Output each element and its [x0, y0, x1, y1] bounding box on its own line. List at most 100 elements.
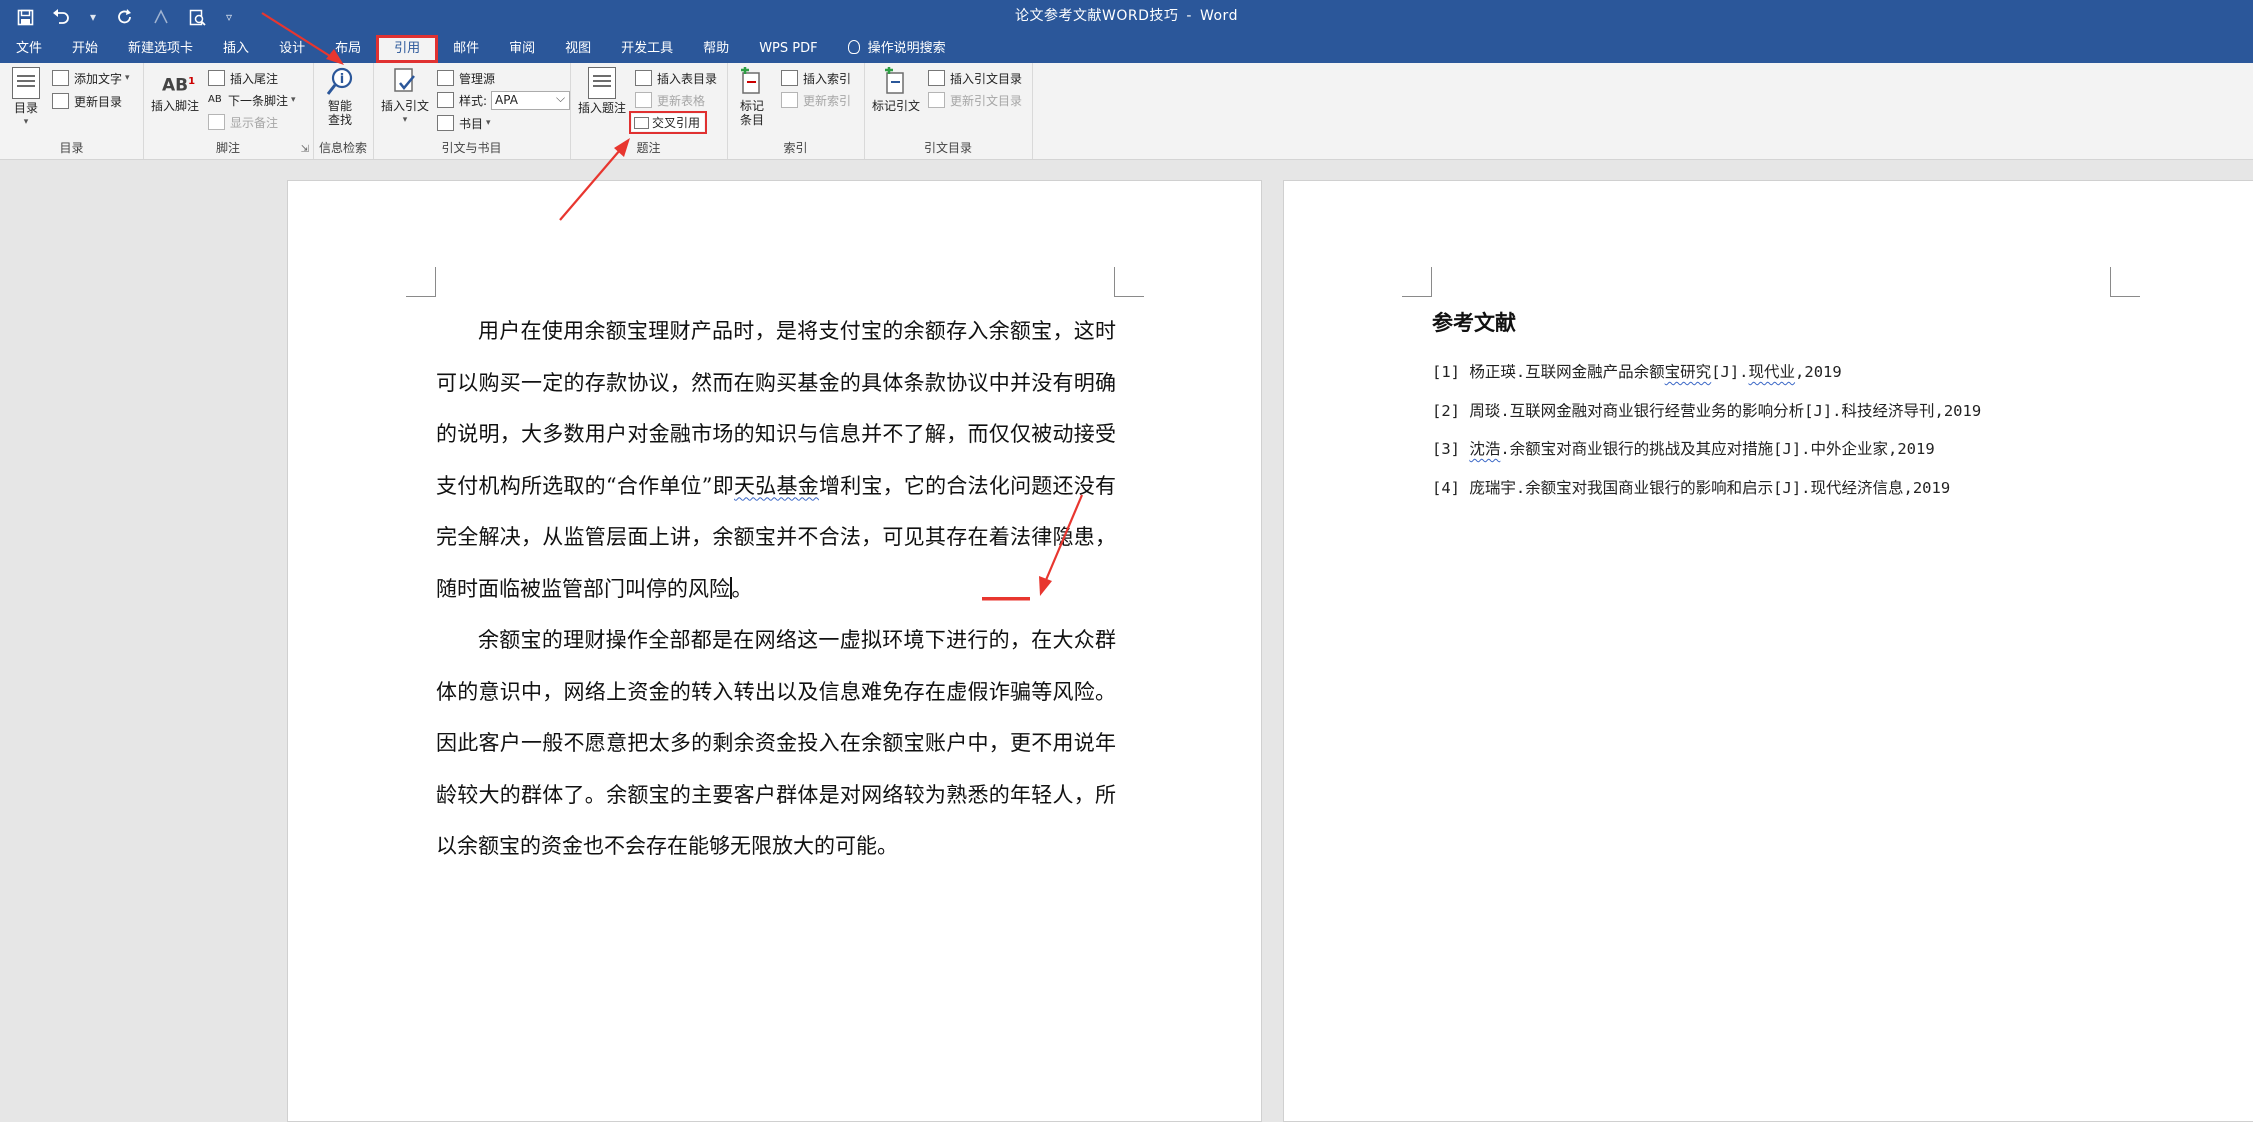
page-left[interactable]: 用户在使用余额宝理财产品时，是将支付宝的余额存入余额宝，这时可以购买一定的存款协… [287, 180, 1262, 1122]
cross-reference-button[interactable]: 交叉引用 [628, 111, 708, 134]
reference-text: [1] 杨正瑛.互联网金融产品余额 [1432, 363, 1665, 381]
reference-item: [4] 庞瑞宇.余额宝对我国商业银行的影响和启示[J].现代经济信息,2019 [1432, 469, 1981, 508]
update-toc-label: 更新目录 [74, 94, 123, 109]
footnote-icon: AB1 [162, 75, 196, 96]
update-toc-button[interactable]: 更新目录 [52, 91, 122, 111]
add-text-label: 添加文字 [74, 71, 123, 86]
reference-item: [1] 杨正瑛.互联网金融产品余额宝研究[J].现代业,2019 [1432, 353, 1981, 392]
tab-mailings[interactable]: 邮件 [438, 35, 494, 63]
mark-citation-label: 标记引文 [872, 99, 921, 113]
toc-icon [12, 67, 40, 99]
tab-new-tab[interactable]: 新建选项卡 [113, 35, 208, 63]
style-selector: 样式: APA [437, 90, 571, 110]
insert-endnote-button[interactable]: 插入尾注 [208, 68, 278, 88]
paragraph-text: 用户在使用余额宝理财产品时，是将支付宝的余额存入余额宝，这时可以购买一定的存款协… [436, 319, 1116, 498]
update-toc-icon [52, 93, 69, 109]
insert-index-icon [781, 70, 798, 86]
insert-table-of-figures-button[interactable]: 插入表目录 [635, 68, 717, 88]
title-separator: - [1186, 8, 1192, 24]
tab-design[interactable]: 设计 [264, 35, 320, 63]
manage-sources-button[interactable]: 管理源 [437, 68, 495, 88]
style-dropdown[interactable]: APA [491, 90, 571, 110]
group-label-captions: 题注 [636, 141, 661, 155]
tell-me-search[interactable]: 操作说明搜索 [833, 35, 961, 63]
insert-toa-button[interactable]: 插入引文目录 [928, 68, 1022, 88]
title-bar: ▾ ▿ 论文参考文献WORD技巧 - Word 文件 开始 新建选项卡 插入 设计 … [0, 0, 2253, 63]
tab-file[interactable]: 文件 [0, 35, 57, 63]
paragraph: 用户在使用余额宝理财产品时，是将支付宝的余额存入余额宝，这时可以购买一定的存款协… [436, 306, 1116, 615]
lightbulb-icon [847, 40, 860, 54]
style-label: 样式: [459, 93, 488, 108]
smart-lookup-label-1: 智能 [327, 99, 352, 113]
chevron-down-icon: ▾ [402, 115, 408, 125]
endnote-icon [208, 70, 225, 86]
insert-caption-label: 插入题注 [578, 101, 627, 115]
group-citations: 插入引文 ▾ 管理源 样式: APA 书目▾ 引文与书目 [373, 63, 571, 159]
tab-insert[interactable]: 插入 [208, 35, 264, 63]
group-index: 标记 条目 插入索引 更新索引 索引 [727, 63, 865, 159]
body-text[interactable]: 用户在使用余额宝理财产品时，是将支付宝的余额存入余额宝，这时可以购买一定的存款协… [436, 306, 1116, 873]
mark-citation-button[interactable]: 标记引文 [872, 67, 920, 113]
toc-button[interactable]: 目录 ▾ [12, 67, 40, 129]
dialog-launcher-icon[interactable]: ⇲ [301, 144, 309, 155]
group-research: i 智能 查找 信息检索 [313, 63, 374, 159]
tab-view[interactable]: 视图 [550, 35, 606, 63]
spellcheck-word: 沈浩 [1469, 440, 1501, 458]
reference-text: .余额宝对商业银行的挑战及其应对措施[J].中外企业家,2019 [1500, 440, 1935, 458]
tab-home[interactable]: 开始 [57, 35, 113, 63]
add-text-button[interactable]: 添加文字 ▾ [52, 68, 130, 88]
group-label-index: 索引 [783, 141, 808, 155]
paragraph: 余额宝的理财操作全部都是在网络这一虚拟环境下进行的，在大众群体的意识中，网络上资… [436, 628, 1116, 858]
tab-developer[interactable]: 开发工具 [606, 35, 688, 63]
update-toa-button[interactable]: 更新引文目录 [928, 90, 1022, 110]
next-footnote-button[interactable]: AB 下一条脚注 ▾ [208, 90, 296, 110]
add-text-icon [52, 70, 69, 86]
mark-entry-label-2: 条目 [739, 113, 764, 127]
page-right[interactable]: 参考文献 [1] 杨正瑛.互联网金融产品余额宝研究[J].现代业,2019 [2… [1283, 180, 2253, 1122]
spellcheck-word: 现代业 [1748, 363, 1796, 381]
update-table-button[interactable]: 更新表格 [635, 90, 705, 110]
bibliography-button[interactable]: 书目 ▾ [437, 113, 491, 133]
ribbon-tabs: 文件 开始 新建选项卡 插入 设计 布局 引用 邮件 审阅 视图 开发工具 帮助… [0, 33, 961, 63]
style-icon [437, 92, 454, 108]
tab-review[interactable]: 审阅 [494, 35, 550, 63]
group-table-of-authorities: 标记引文 插入引文目录 更新引文目录 引文目录 [864, 63, 1033, 159]
tab-wps-pdf[interactable]: WPS PDF [744, 35, 832, 63]
chevron-down-icon: ▾ [125, 73, 130, 83]
insert-index-button[interactable]: 插入索引 [781, 68, 851, 88]
mark-entry-icon [739, 67, 765, 97]
smart-lookup-button[interactable]: i 智能 查找 [326, 67, 353, 127]
update-table-label: 更新表格 [657, 93, 706, 108]
reference-text: [2] 周琰.互联网金融对商业银行经营业务的影响分析[J].科技经济导刊,201… [1432, 401, 1982, 420]
insert-citation-label: 插入引文 [381, 99, 430, 113]
cross-reference-label: 交叉引用 [652, 116, 701, 130]
bibliography-label: 书目 [459, 116, 484, 131]
insert-caption-icon [588, 67, 616, 99]
manage-sources-label: 管理源 [459, 71, 496, 86]
update-toa-icon [928, 92, 945, 108]
tab-help[interactable]: 帮助 [688, 35, 744, 63]
update-table-icon [635, 92, 652, 108]
mark-entry-button[interactable]: 标记 条目 [739, 67, 765, 127]
insert-footnote-button[interactable]: AB1 插入脚注 [151, 67, 199, 113]
insert-caption-button[interactable]: 插入题注 [578, 67, 626, 115]
insert-citation-button[interactable]: 插入引文 ▾ [381, 67, 429, 127]
tab-references[interactable]: 引用 [376, 35, 439, 63]
tab-layout[interactable]: 布局 [320, 35, 376, 63]
show-notes-label: 显示备注 [230, 115, 279, 130]
reference-text: ,2019 [1795, 363, 1842, 381]
reference-item: [2] 周琰.互联网金融对商业银行经营业务的影响分析[J].科技经济导刊,201… [1432, 392, 1981, 431]
reference-text: [J]. [1711, 363, 1749, 381]
references-list[interactable]: [1] 杨正瑛.互联网金融产品余额宝研究[J].现代业,2019 [2] 周琰.… [1432, 353, 1981, 507]
toc-label: 目录 [13, 101, 38, 115]
show-notes-button[interactable]: 显示备注 [208, 112, 278, 132]
update-index-button[interactable]: 更新索引 [781, 90, 851, 110]
smart-lookup-label-2: 查找 [327, 113, 352, 127]
reference-text: [3] [1432, 440, 1470, 458]
update-index-icon [781, 92, 798, 108]
reference-text: [4] 庞瑞宇.余额宝对我国商业银行的影响和启示[J].现代经济信息,2019 [1432, 478, 1951, 497]
spellcheck-word: 天弘基金 [734, 473, 819, 498]
insert-index-label: 插入索引 [803, 71, 852, 86]
tell-me-label: 操作说明搜索 [867, 41, 946, 56]
document-title: 论文参考文献WORD技巧 - Word [0, 5, 2253, 25]
